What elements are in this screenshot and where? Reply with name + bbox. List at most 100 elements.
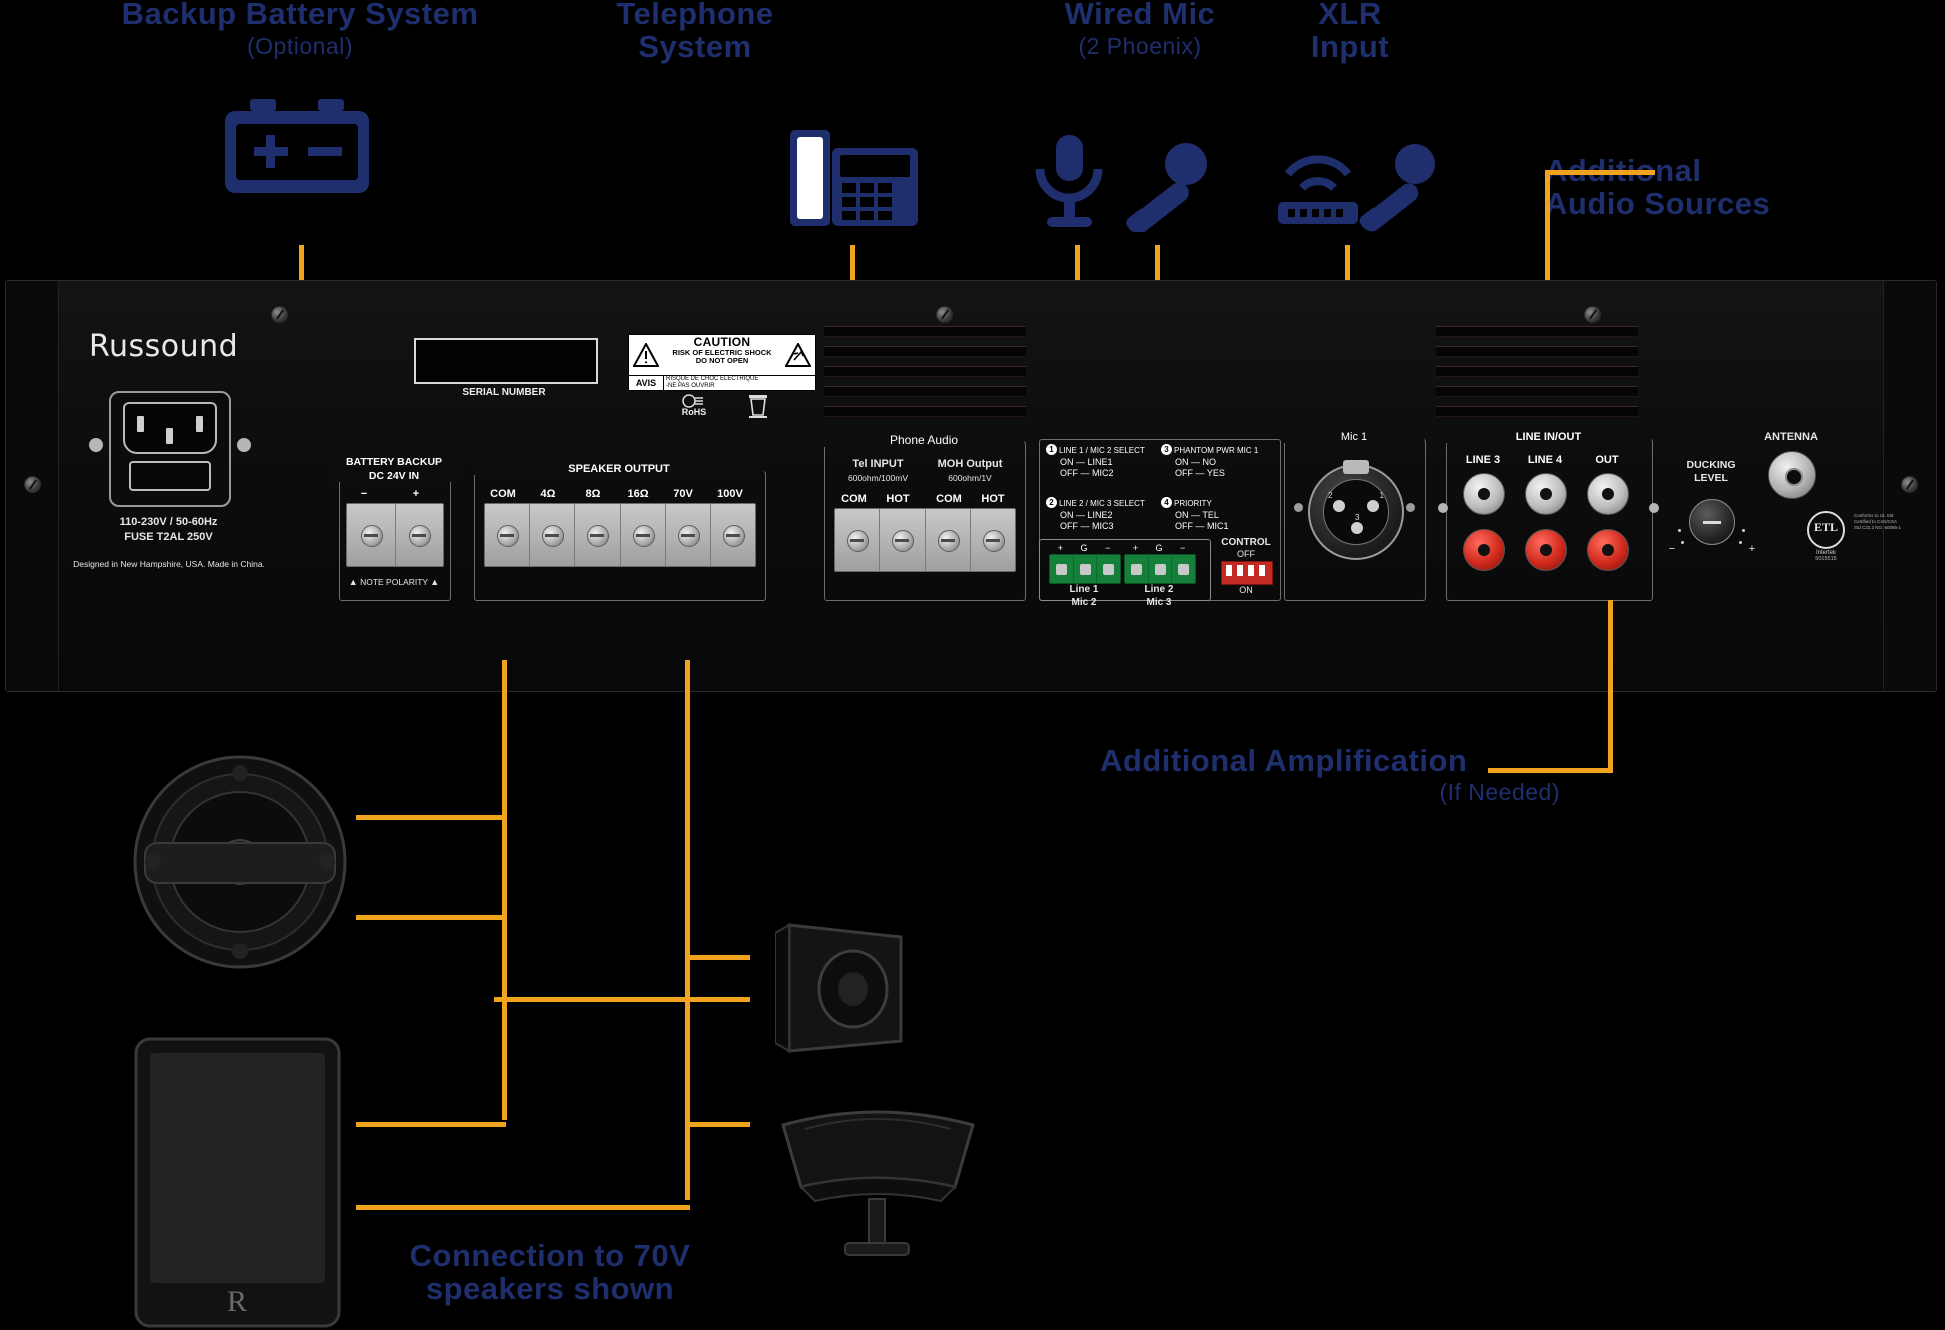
- select-3-block: 3 PHANTOM PWR MIC 1 ON — NO OFF — YES: [1161, 444, 1279, 480]
- phoenix-1-label1: Line 1: [1069, 584, 1099, 595]
- wire-surface-speaker-1: [356, 1122, 506, 1127]
- ducking-line2: LEVEL: [1694, 472, 1728, 484]
- phoenix-1-pin-labels: + G −: [1049, 543, 1119, 553]
- antenna-center-pin: [1785, 468, 1803, 486]
- vent-slot: [824, 326, 1026, 337]
- callout-xlr-label: XLR Input: [1255, 0, 1445, 63]
- ducking-tick: [1742, 529, 1745, 532]
- phoenix-1-screw-1[interactable]: [1050, 555, 1074, 583]
- callout-speakers-title2: speakers shown: [425, 1270, 675, 1306]
- moh-terminal-com[interactable]: [926, 509, 971, 571]
- note-polarity-label: NOTE POLARITY: [360, 577, 428, 587]
- phoenix-1-screw-3[interactable]: [1097, 555, 1120, 583]
- select-1-block: 1 LINE 1 / MIC 2 SELECT ON — LINE1 OFF — …: [1046, 444, 1161, 480]
- xlr-pin-2: [1333, 500, 1345, 512]
- dip-switch-4[interactable]: [1259, 565, 1265, 576]
- rca-line4-red[interactable]: [1525, 529, 1567, 571]
- xlr-latch-tab[interactable]: [1343, 460, 1369, 474]
- vent-slot: [1436, 366, 1638, 377]
- iec-pin-housing: [123, 402, 217, 454]
- phone-audio-terminal-block[interactable]: [834, 508, 1016, 572]
- callout-amplification-label: Additional Amplification (If Needed): [1100, 744, 1600, 803]
- select-1-badge: 1: [1046, 444, 1057, 455]
- vent-slot: [824, 406, 1026, 417]
- speaker-terminal-4ohm[interactable]: [530, 504, 576, 566]
- dip-switch-2[interactable]: [1237, 565, 1243, 576]
- studio-mic-icon: [1030, 135, 1108, 230]
- cabinet-speaker-image: [775, 915, 915, 1060]
- dip-switch-1[interactable]: [1226, 565, 1232, 576]
- phoenix-connector-line2-mic3[interactable]: [1124, 554, 1196, 584]
- phoenix-2-screw-3[interactable]: [1172, 555, 1195, 583]
- battery-backup-terminal-block[interactable]: [346, 503, 444, 567]
- ducking-minus: −: [1668, 543, 1676, 555]
- ducking-level-knob[interactable]: [1689, 499, 1735, 545]
- dip-switch-3[interactable]: [1248, 565, 1254, 576]
- speaker-output-terminal-block[interactable]: [484, 503, 756, 567]
- battery-terminal-minus[interactable]: [347, 504, 396, 566]
- speaker-terminal-8ohm[interactable]: [575, 504, 621, 566]
- callout-wiredmic-title: Wired Mic: [1064, 0, 1216, 31]
- select-1-row2: OFF — MIC2: [1060, 468, 1114, 479]
- select-2-block: 2 LINE 2 / MIC 3 SELECT ON — LINE2 OFF — …: [1046, 497, 1161, 533]
- callout-battery-sub: (Optional): [247, 32, 353, 59]
- power-fuse-text: FUSE T2AL 250V: [124, 531, 213, 543]
- tel-terminal-com[interactable]: [835, 509, 881, 571]
- speaker-terminal-com[interactable]: [485, 504, 531, 566]
- ducking-tick: [1678, 529, 1681, 532]
- caution-label: CAUTION RISK OF ELECTRIC SHOCK DO NOT OP…: [628, 334, 816, 391]
- xlr-pin-3: [1351, 522, 1363, 534]
- wire-amp-v: [1608, 600, 1613, 772]
- callout-speakers-title: Connection to 70V: [409, 1238, 691, 1273]
- battery-backup-title: BATTERY BACKUP: [345, 456, 443, 468]
- vent-slot: [824, 366, 1026, 377]
- screw-left: [24, 476, 41, 493]
- callout-xlr-title: XLR: [1318, 0, 1382, 31]
- out-label: OUT: [1595, 454, 1619, 466]
- phoenix-2-screw-1[interactable]: [1125, 555, 1149, 583]
- phoenix-2-label2: Mic 3: [1146, 597, 1172, 608]
- phoenix-1-screw-2[interactable]: [1074, 555, 1098, 583]
- select-2-title: LINE 2 / MIC 3 SELECT: [1059, 499, 1145, 508]
- rca-line3-red[interactable]: [1463, 529, 1505, 571]
- xlr-pin-1-num: 1: [1379, 491, 1384, 500]
- moh-terminal-hot[interactable]: [971, 509, 1015, 571]
- speaker-label-com: COM: [490, 488, 516, 500]
- wire-audio-src-h: [1545, 170, 1655, 175]
- brand-logo: Russound: [89, 329, 239, 364]
- tel-terminal-hot[interactable]: [880, 509, 926, 571]
- note-polarity-text: ▲ NOTE POLARITY ▲: [348, 577, 440, 587]
- knob-indicator: [1703, 520, 1721, 524]
- xlr-pin-2-num: 2: [1328, 491, 1333, 500]
- rca-out-white[interactable]: [1587, 473, 1629, 515]
- rca-bracket-stud-right: [1649, 503, 1659, 513]
- rca-center-pin: [1478, 488, 1490, 500]
- vent-slot: [1436, 406, 1638, 417]
- control-off-label: OFF: [1237, 549, 1255, 559]
- phoenix-2-label1: Line 2: [1144, 584, 1174, 595]
- phoenix-2-screw-2[interactable]: [1149, 555, 1173, 583]
- moh-hot-label: HOT: [981, 493, 1005, 505]
- select-4-badge: 4: [1161, 497, 1172, 508]
- dip-switch-block[interactable]: [1221, 561, 1273, 585]
- phoenix-connector-line1-mic2[interactable]: [1049, 554, 1121, 584]
- antenna-f-connector[interactable]: [1768, 451, 1816, 499]
- callout-telephone-title2: System: [638, 28, 752, 64]
- speaker-terminal-100v[interactable]: [711, 504, 755, 566]
- telephone-icon: [790, 128, 918, 228]
- phone-audio-title: Phone Audio: [824, 433, 1024, 447]
- phoenix-1-pin-minus: −: [1104, 543, 1111, 553]
- speaker-terminal-70v[interactable]: [666, 504, 711, 566]
- battery-terminal-plus[interactable]: [396, 504, 444, 566]
- rca-out-red[interactable]: [1587, 529, 1629, 571]
- wireless-mic-base-icon: [1270, 140, 1366, 232]
- rca-line3-white[interactable]: [1463, 473, 1505, 515]
- callout-wiredmic-label: Wired Mic (2 Phoenix): [1000, 0, 1280, 58]
- select-3-badge: 3: [1161, 444, 1172, 455]
- select-1-row1: ON — LINE1: [1060, 456, 1113, 467]
- antenna-label: ANTENNA: [1764, 431, 1818, 443]
- rca-line4-white[interactable]: [1525, 473, 1567, 515]
- iec-power-inlet[interactable]: [109, 391, 231, 507]
- xlr-connector-mic1[interactable]: 2 1 3: [1308, 460, 1404, 560]
- speaker-terminal-16ohm[interactable]: [621, 504, 666, 566]
